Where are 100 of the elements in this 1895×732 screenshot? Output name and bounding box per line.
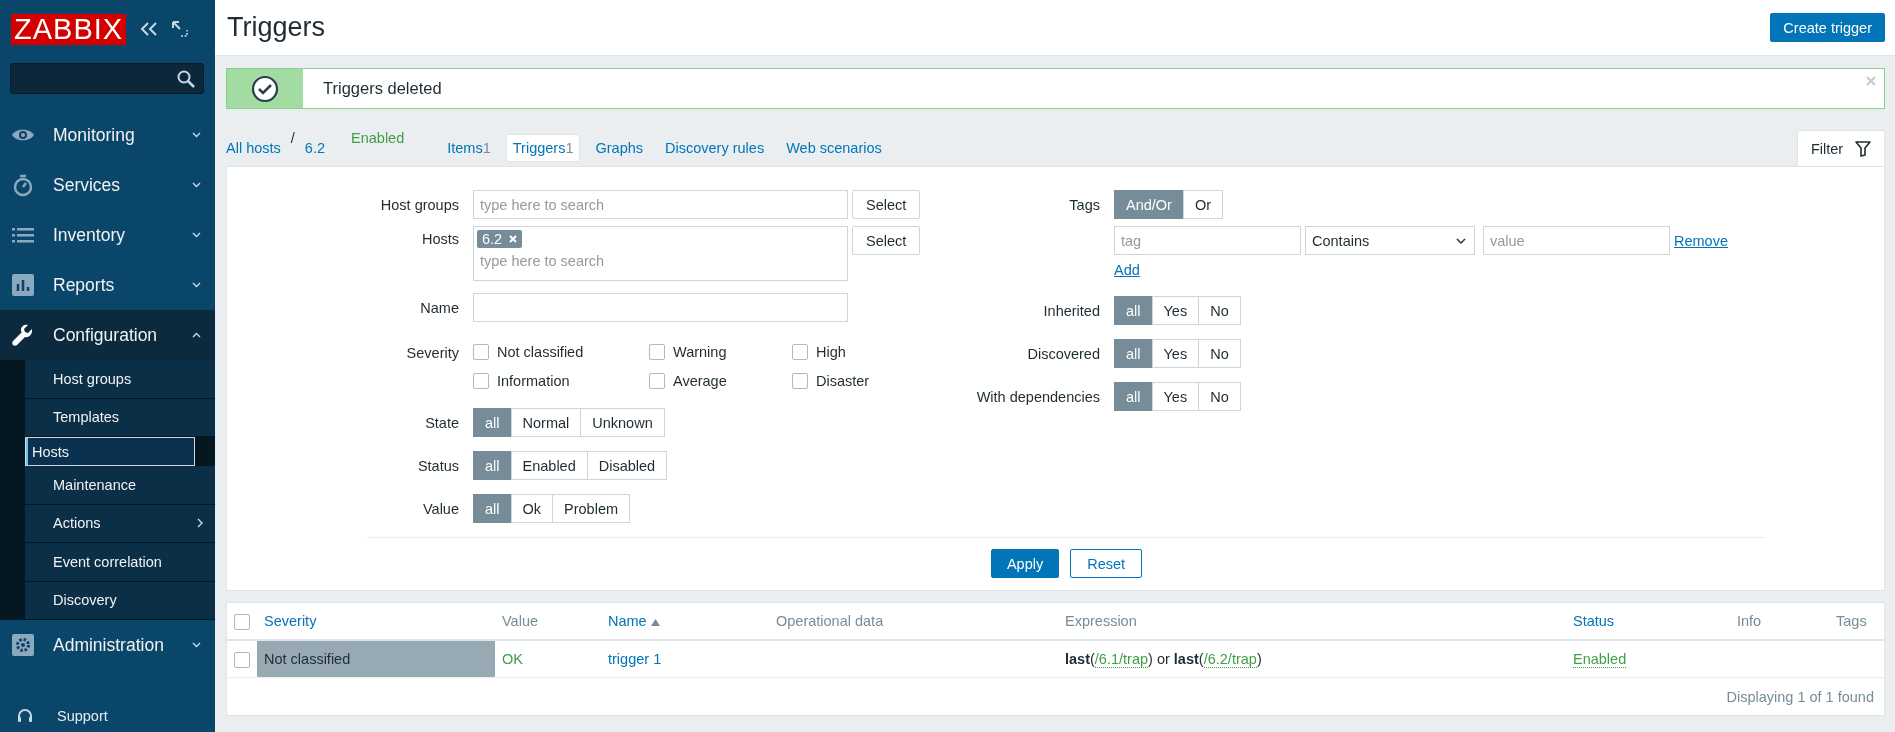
checkbox[interactable]	[792, 344, 808, 360]
column-header: Tags	[1836, 613, 1867, 629]
name-field[interactable]	[473, 293, 848, 322]
field-label: Discovered	[1026, 345, 1101, 362]
submenu-item[interactable]: Discovery	[25, 581, 215, 620]
caret-icon	[1456, 237, 1466, 244]
paging-summary: Displaying 1 of 1 found	[1726, 688, 1874, 705]
close-icon[interactable]	[1866, 75, 1876, 86]
checkbox[interactable]	[792, 373, 808, 389]
checkbox[interactable]	[649, 373, 665, 389]
reset-button[interactable]: Reset	[1070, 549, 1143, 578]
host-tab[interactable]: Triggers1	[505, 133, 581, 162]
severity-checkbox[interactable]: Warning	[649, 344, 792, 360]
column-header: Expression	[1065, 613, 1137, 629]
checkbox[interactable]	[473, 373, 489, 389]
select-button[interactable]: Select	[852, 226, 921, 255]
radio-option[interactable]: Yes	[1151, 296, 1200, 325]
menu-item[interactable]: Inventory	[0, 210, 215, 260]
submenu-item[interactable]: Event correlation	[25, 543, 215, 582]
page-title: Triggers	[227, 12, 326, 43]
operator-dropdown[interactable]: Contains	[1305, 226, 1475, 255]
severity-checkbox[interactable]: High	[792, 344, 912, 360]
host-groups-field[interactable]: type here to search	[473, 190, 848, 219]
radio-option[interactable]: Problem	[552, 494, 631, 523]
radio-option[interactable]: No	[1198, 339, 1241, 368]
tag-field[interactable]: tag	[1114, 226, 1301, 255]
host-link[interactable]: 6.2	[304, 139, 325, 156]
column-header[interactable]: Name	[608, 613, 660, 629]
column-header[interactable]: Severity	[264, 613, 317, 629]
value-field[interactable]: value	[1483, 226, 1670, 255]
gear-icon	[11, 633, 35, 657]
host-tab[interactable]: Discovery rules	[658, 133, 772, 162]
radio-option[interactable]: No	[1198, 382, 1241, 411]
stopwatch-icon	[11, 173, 35, 197]
breadcrumb-separator: /	[290, 129, 295, 146]
field-label: Hosts	[420, 230, 460, 247]
item-link[interactable]: /6.1/trap	[1094, 651, 1149, 668]
value-cell: OK	[502, 651, 523, 667]
severity-checkbox[interactable]: Average	[649, 373, 792, 389]
support-link[interactable]: Support	[0, 708, 215, 724]
severity-checkbox[interactable]: Not classified	[473, 344, 649, 360]
collapse-icon[interactable]	[140, 21, 159, 37]
filter-tab[interactable]: Filter	[1797, 130, 1885, 166]
host-tab[interactable]: Web scenarios	[779, 133, 889, 162]
radio-option[interactable]: Ok	[510, 494, 554, 523]
remove-link[interactable]: Remove	[1674, 232, 1728, 249]
radio-option[interactable]: Normal	[510, 408, 582, 437]
apply-button[interactable]: Apply	[990, 549, 1060, 578]
menu-item[interactable]: Monitoring	[0, 110, 215, 160]
radio-option[interactable]: Enabled	[510, 451, 588, 480]
radio-option[interactable]: Yes	[1151, 339, 1200, 368]
field-label: Host groups	[379, 196, 460, 213]
field-label: Status	[416, 457, 460, 474]
field-label: Name	[419, 299, 460, 316]
search-field[interactable]	[10, 63, 204, 94]
radio-option[interactable]: Disabled	[586, 451, 668, 480]
severity-checkbox[interactable]: Information	[473, 373, 649, 389]
submenu-item[interactable]: Host groups	[25, 360, 215, 399]
check-circle-icon	[251, 74, 279, 103]
select-button[interactable]: Select	[852, 190, 921, 219]
wrench-icon	[11, 323, 35, 347]
host-tab[interactable]: Graphs	[588, 133, 651, 162]
create-trigger-button[interactable]: Create trigger	[1770, 13, 1885, 42]
checkbox[interactable]	[473, 344, 489, 360]
message-text: Triggers deleted	[322, 79, 443, 98]
field-label: Inherited	[1042, 302, 1101, 319]
submenu-item[interactable]: Maintenance	[25, 466, 215, 505]
column-header: Info	[1737, 613, 1762, 629]
host-status: Enabled	[351, 129, 405, 146]
trigger-name-link[interactable]: trigger 1	[608, 651, 662, 667]
row-checkbox[interactable]	[234, 651, 250, 668]
column-header[interactable]: Status	[1573, 613, 1615, 629]
zabbix-logo[interactable]: ZABBIX	[11, 13, 127, 45]
chevron-icon	[192, 132, 201, 138]
radio-option[interactable]: Yes	[1151, 382, 1200, 411]
field-label: Value	[422, 500, 460, 517]
field-label: With dependencies	[975, 388, 1101, 405]
host-tab[interactable]: Items1	[440, 133, 498, 162]
field-label: Severity	[405, 344, 460, 361]
checkbox[interactable]	[649, 344, 665, 360]
submenu-item[interactable]: Templates	[25, 398, 215, 437]
menu-item[interactable]: Services	[0, 160, 215, 210]
menu-item[interactable]: Configuration	[0, 310, 215, 360]
severity-cell: Not classified	[257, 640, 495, 678]
field-label: State	[424, 414, 460, 431]
severity-checkbox[interactable]: Disaster	[792, 373, 912, 389]
menu-item[interactable]: Administration	[0, 620, 215, 670]
radio-option[interactable]: No	[1198, 296, 1241, 325]
radio-option[interactable]: Unknown	[580, 408, 665, 437]
submenu-item[interactable]: Actions	[25, 504, 215, 543]
search-icon[interactable]	[177, 69, 195, 88]
add-link[interactable]: Add	[1114, 262, 1140, 278]
remove-icon[interactable]	[509, 235, 518, 243]
menu-item[interactable]: Reports	[0, 260, 215, 310]
column-header: Operational data	[776, 613, 884, 629]
radio-option[interactable]: Or	[1182, 190, 1224, 219]
select-all-checkbox[interactable]	[234, 613, 250, 630]
submenu-item[interactable]: Hosts	[25, 437, 195, 466]
kiosk-mode-icon[interactable]	[172, 21, 189, 37]
all-hosts-link[interactable]: All hosts	[226, 139, 281, 156]
